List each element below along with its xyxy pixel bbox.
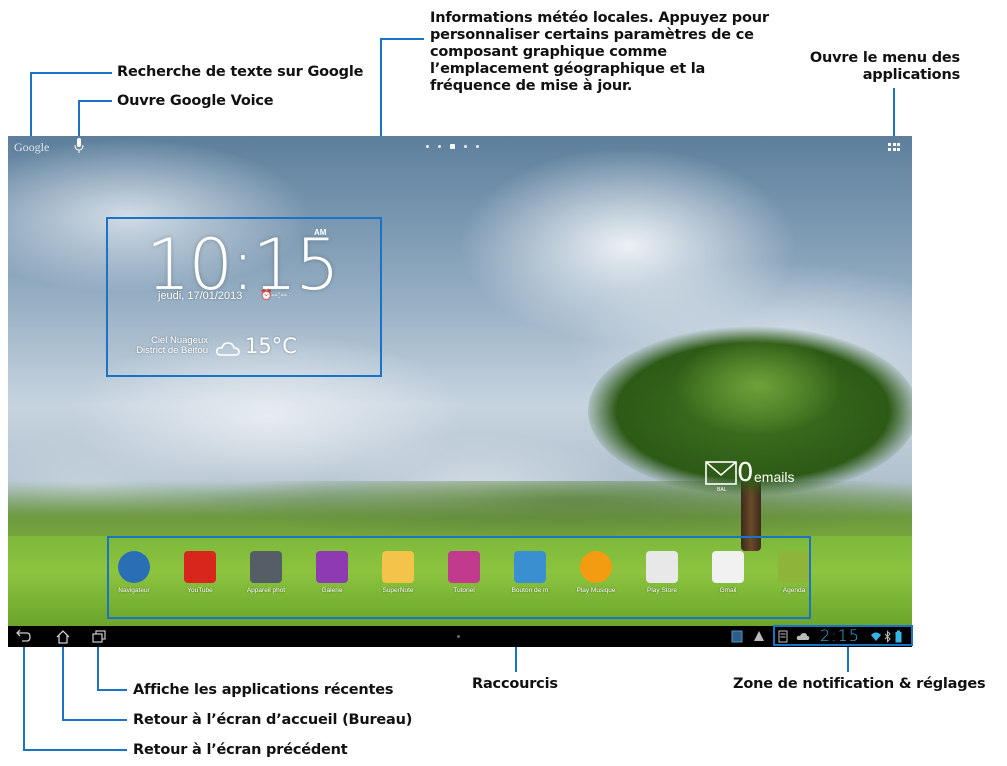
- email-count: 0: [737, 458, 754, 488]
- microphone-icon[interactable]: [74, 138, 84, 154]
- navbar-center-dot: [457, 635, 460, 638]
- page-dot: [464, 145, 467, 148]
- connector-line: [78, 100, 80, 138]
- connector-line: [23, 749, 127, 751]
- annotation-apps-menu: Ouvre le menu des applications: [809, 50, 960, 83]
- annotation-back: Retour à l’écran précédent: [133, 742, 348, 758]
- annotation-recent-apps: Affiche les applications récentes: [133, 682, 394, 698]
- back-icon[interactable]: [14, 628, 32, 645]
- connector-line: [62, 719, 127, 721]
- connector-line: [97, 689, 127, 691]
- annotation-google-voice: Ouvre Google Voice: [117, 93, 274, 109]
- page-dot: [476, 145, 479, 148]
- connector-line: [847, 645, 849, 672]
- page-dot: [426, 145, 429, 148]
- annotation-notification-area: Zone de notification & réglages: [733, 676, 986, 692]
- warning-icon[interactable]: [753, 630, 765, 643]
- connector-line: [30, 72, 32, 138]
- highlight-dock: [107, 536, 811, 619]
- page-indicator: [426, 144, 479, 149]
- connector-line: [30, 72, 112, 74]
- annotation-home: Retour à l’écran d’accueil (Bureau): [133, 712, 413, 728]
- email-caption: BAL: [717, 487, 727, 493]
- highlight-clock-widget: [106, 217, 382, 377]
- connector-line: [62, 642, 64, 720]
- annotation-shortcuts: Raccourcis: [472, 676, 558, 692]
- connector-line: [23, 642, 25, 750]
- notification-app-icon[interactable]: [731, 630, 743, 643]
- email-label: emails: [754, 469, 795, 485]
- connector-line: [78, 100, 112, 102]
- page-dot: [438, 145, 441, 148]
- page-dot-current: [450, 144, 455, 149]
- connector-line: [380, 38, 424, 40]
- apps-menu-icon[interactable]: [888, 143, 900, 152]
- highlight-notification-area: [773, 625, 913, 646]
- envelope-icon: [705, 461, 737, 485]
- email-widget[interactable]: BAL 0 emails: [705, 458, 815, 494]
- annotation-weather-info: Informations météo locales. Appuyez pour…: [430, 10, 769, 94]
- connector-line: [97, 642, 99, 690]
- connector-line: [893, 88, 895, 138]
- home-icon[interactable]: [54, 628, 72, 645]
- annotation-google-search: Recherche de texte sur Google: [117, 64, 364, 80]
- recent-apps-icon[interactable]: [90, 628, 108, 645]
- google-search-button[interactable]: Google: [14, 140, 49, 155]
